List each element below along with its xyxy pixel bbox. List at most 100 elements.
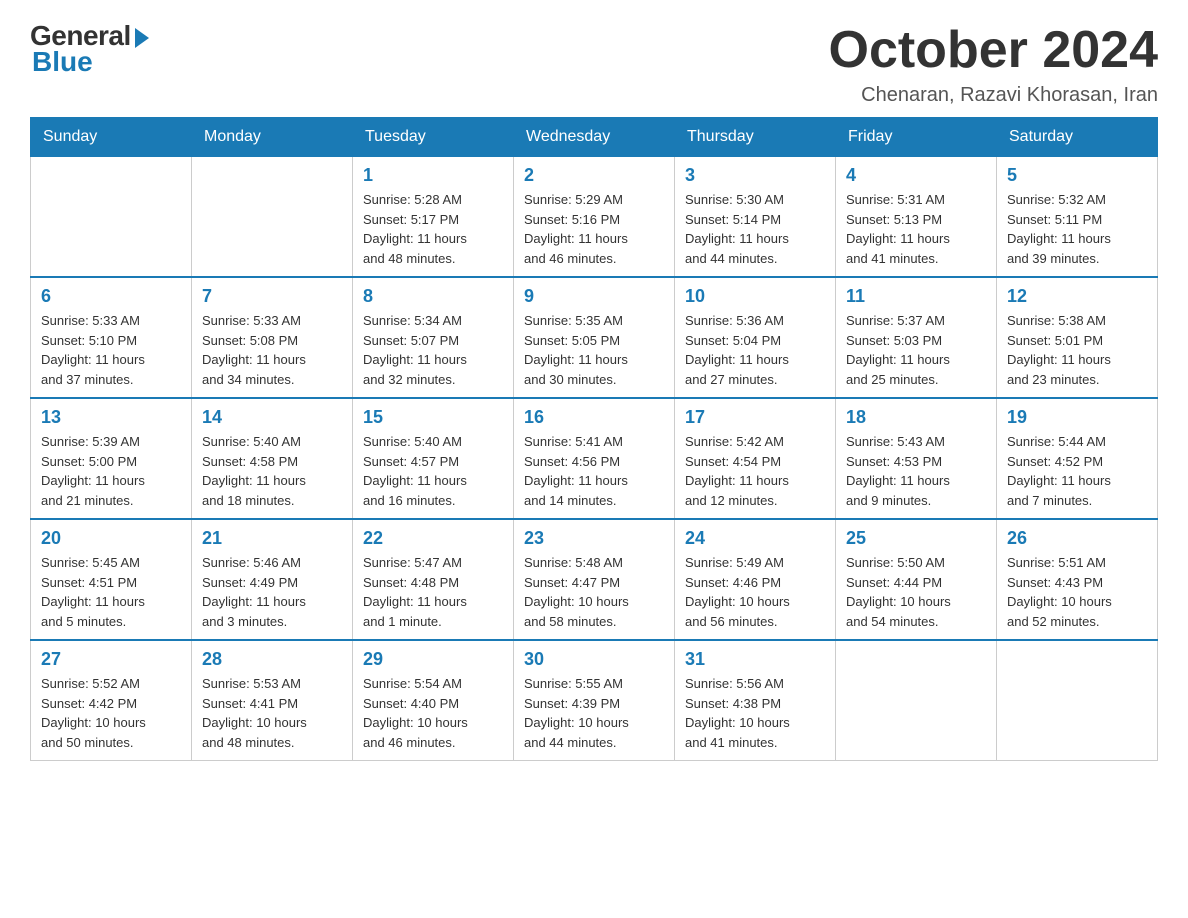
calendar-cell — [836, 640, 997, 761]
day-number: 20 — [41, 528, 181, 549]
day-number: 19 — [1007, 407, 1147, 428]
day-number: 13 — [41, 407, 181, 428]
day-number: 31 — [685, 649, 825, 670]
calendar-cell — [997, 640, 1158, 761]
day-info: Sunrise: 5:50 AM Sunset: 4:44 PM Dayligh… — [846, 553, 986, 631]
day-number: 3 — [685, 165, 825, 186]
day-info: Sunrise: 5:33 AM Sunset: 5:10 PM Dayligh… — [41, 311, 181, 389]
day-number: 9 — [524, 286, 664, 307]
day-number: 12 — [1007, 286, 1147, 307]
week-row-3: 13 Sunrise: 5:39 AM Sunset: 5:00 PM Dayli… — [31, 398, 1158, 519]
day-number: 27 — [41, 649, 181, 670]
day-info: Sunrise: 5:49 AM Sunset: 4:46 PM Dayligh… — [685, 553, 825, 631]
page-header: General Blue October 2024 Chenaran, Raza… — [30, 20, 1158, 107]
title-section: October 2024 Chenaran, Razavi Khorasan, … — [829, 20, 1159, 107]
day-number: 30 — [524, 649, 664, 670]
week-row-5: 27Sunrise: 5:52 AM Sunset: 4:42 PM Dayli… — [31, 640, 1158, 761]
calendar-cell — [31, 157, 192, 278]
day-number: 8 — [363, 286, 503, 307]
day-info: Sunrise: 5:34 AM Sunset: 5:07 PM Dayligh… — [363, 311, 503, 389]
day-number: 4 — [846, 165, 986, 186]
calendar-table: SundayMondayTuesdayWednesdayThursdayFrid… — [30, 117, 1158, 761]
day-info: Sunrise: 5:38 AM Sunset: 5:01 PM Dayligh… — [1007, 311, 1147, 389]
day-info: Sunrise: 5:29 AM Sunset: 5:16 PM Dayligh… — [524, 190, 664, 268]
calendar-cell: 16 Sunrise: 5:41 AM Sunset: 4:56 PM Dayli… — [514, 398, 675, 519]
calendar-cell: 1 Sunrise: 5:28 AM Sunset: 5:17 PM Daylig… — [353, 157, 514, 278]
day-info: Sunrise: 5:53 AM Sunset: 4:41 PM Dayligh… — [202, 674, 342, 752]
day-number: 24 — [685, 528, 825, 549]
col-header-saturday: Saturday — [997, 118, 1158, 157]
logo-blue-text: Blue — [32, 46, 93, 78]
calendar-cell: 13 Sunrise: 5:39 AM Sunset: 5:00 PM Dayli… — [31, 398, 192, 519]
day-info: Sunrise: 5:45 AM Sunset: 4:51 PM Dayligh… — [41, 553, 181, 631]
day-info: Sunrise: 5:40 AM Sunset: 4:58 PM Dayligh… — [202, 432, 342, 510]
day-number: 17 — [685, 407, 825, 428]
col-header-friday: Friday — [836, 118, 997, 157]
week-row-4: 20 Sunrise: 5:45 AM Sunset: 4:51 PM Dayli… — [31, 519, 1158, 640]
calendar-cell: 19 Sunrise: 5:44 AM Sunset: 4:52 PM Dayli… — [997, 398, 1158, 519]
calendar-cell: 4 Sunrise: 5:31 AM Sunset: 5:13 PM Daylig… — [836, 157, 997, 278]
col-header-monday: Monday — [192, 118, 353, 157]
day-info: Sunrise: 5:40 AM Sunset: 4:57 PM Dayligh… — [363, 432, 503, 510]
day-number: 29 — [363, 649, 503, 670]
calendar-cell: 26Sunrise: 5:51 AM Sunset: 4:43 PM Dayli… — [997, 519, 1158, 640]
col-header-sunday: Sunday — [31, 118, 192, 157]
day-number: 16 — [524, 407, 664, 428]
calendar-cell: 28 Sunrise: 5:53 AM Sunset: 4:41 PM Dayli… — [192, 640, 353, 761]
day-info: Sunrise: 5:48 AM Sunset: 4:47 PM Dayligh… — [524, 553, 664, 631]
calendar-cell: 7Sunrise: 5:33 AM Sunset: 5:08 PM Daylig… — [192, 277, 353, 398]
day-number: 23 — [524, 528, 664, 549]
calendar-cell: 11Sunrise: 5:37 AM Sunset: 5:03 PM Dayli… — [836, 277, 997, 398]
day-number: 6 — [41, 286, 181, 307]
logo: General Blue — [30, 20, 149, 78]
day-number: 5 — [1007, 165, 1147, 186]
day-number: 22 — [363, 528, 503, 549]
calendar-cell: 2 Sunrise: 5:29 AM Sunset: 5:16 PM Daylig… — [514, 157, 675, 278]
calendar-cell: 18 Sunrise: 5:43 AM Sunset: 4:53 PM Dayli… — [836, 398, 997, 519]
day-info: Sunrise: 5:28 AM Sunset: 5:17 PM Dayligh… — [363, 190, 503, 268]
calendar-cell: 23 Sunrise: 5:48 AM Sunset: 4:47 PM Dayli… — [514, 519, 675, 640]
day-info: Sunrise: 5:41 AM Sunset: 4:56 PM Dayligh… — [524, 432, 664, 510]
day-info: Sunrise: 5:55 AM Sunset: 4:39 PM Dayligh… — [524, 674, 664, 752]
calendar-cell: 5 Sunrise: 5:32 AM Sunset: 5:11 PM Daylig… — [997, 157, 1158, 278]
calendar-cell: 6 Sunrise: 5:33 AM Sunset: 5:10 PM Daylig… — [31, 277, 192, 398]
day-info: Sunrise: 5:31 AM Sunset: 5:13 PM Dayligh… — [846, 190, 986, 268]
day-info: Sunrise: 5:44 AM Sunset: 4:52 PM Dayligh… — [1007, 432, 1147, 510]
day-number: 18 — [846, 407, 986, 428]
day-number: 15 — [363, 407, 503, 428]
col-header-wednesday: Wednesday — [514, 118, 675, 157]
day-number: 25 — [846, 528, 986, 549]
week-row-1: 1 Sunrise: 5:28 AM Sunset: 5:17 PM Daylig… — [31, 157, 1158, 278]
calendar-cell: 30 Sunrise: 5:55 AM Sunset: 4:39 PM Dayli… — [514, 640, 675, 761]
day-info: Sunrise: 5:32 AM Sunset: 5:11 PM Dayligh… — [1007, 190, 1147, 268]
day-number: 11 — [846, 286, 986, 307]
day-number: 14 — [202, 407, 342, 428]
calendar-cell: 21Sunrise: 5:46 AM Sunset: 4:49 PM Dayli… — [192, 519, 353, 640]
calendar-cell: 22 Sunrise: 5:47 AM Sunset: 4:48 PM Dayli… — [353, 519, 514, 640]
day-number: 1 — [363, 165, 503, 186]
calendar-cell: 3Sunrise: 5:30 AM Sunset: 5:14 PM Daylig… — [675, 157, 836, 278]
calendar-cell: 17Sunrise: 5:42 AM Sunset: 4:54 PM Dayli… — [675, 398, 836, 519]
day-info: Sunrise: 5:47 AM Sunset: 4:48 PM Dayligh… — [363, 553, 503, 631]
calendar-cell: 10 Sunrise: 5:36 AM Sunset: 5:04 PM Dayli… — [675, 277, 836, 398]
week-row-2: 6 Sunrise: 5:33 AM Sunset: 5:10 PM Daylig… — [31, 277, 1158, 398]
day-info: Sunrise: 5:35 AM Sunset: 5:05 PM Dayligh… — [524, 311, 664, 389]
col-header-thursday: Thursday — [675, 118, 836, 157]
calendar-cell: 15 Sunrise: 5:40 AM Sunset: 4:57 PM Dayli… — [353, 398, 514, 519]
day-info: Sunrise: 5:43 AM Sunset: 4:53 PM Dayligh… — [846, 432, 986, 510]
calendar-header-row: SundayMondayTuesdayWednesdayThursdayFrid… — [31, 118, 1158, 157]
location-subtitle: Chenaran, Razavi Khorasan, Iran — [829, 84, 1159, 107]
calendar-cell: 27Sunrise: 5:52 AM Sunset: 4:42 PM Dayli… — [31, 640, 192, 761]
day-number: 10 — [685, 286, 825, 307]
calendar-cell: 20 Sunrise: 5:45 AM Sunset: 4:51 PM Dayli… — [31, 519, 192, 640]
day-number: 21 — [202, 528, 342, 549]
day-number: 7 — [202, 286, 342, 307]
calendar-cell: 25 Sunrise: 5:50 AM Sunset: 4:44 PM Dayli… — [836, 519, 997, 640]
logo-arrow-icon — [135, 28, 149, 48]
day-number: 26 — [1007, 528, 1147, 549]
day-info: Sunrise: 5:39 AM Sunset: 5:00 PM Dayligh… — [41, 432, 181, 510]
day-number: 28 — [202, 649, 342, 670]
day-info: Sunrise: 5:36 AM Sunset: 5:04 PM Dayligh… — [685, 311, 825, 389]
day-number: 2 — [524, 165, 664, 186]
col-header-tuesday: Tuesday — [353, 118, 514, 157]
